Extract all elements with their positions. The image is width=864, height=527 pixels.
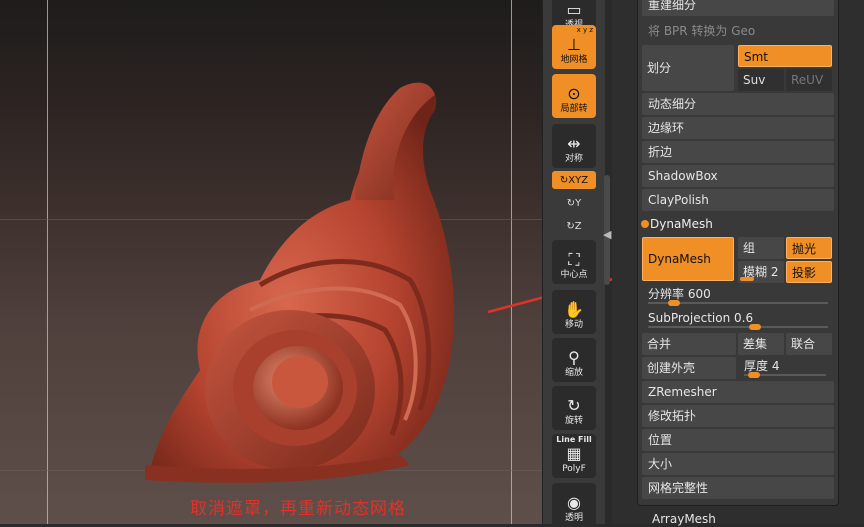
slider-knob[interactable] <box>740 277 754 281</box>
local-rotate-icon: ⊙ <box>567 84 581 103</box>
slider-knob[interactable] <box>668 300 681 306</box>
center-point-icon: ⛶ <box>568 250 580 269</box>
convert-bpr-button[interactable]: 将 BPR 转换为 Geo <box>642 20 834 42</box>
canvas-viewport[interactable]: 取消遮罩，再重新动态网格 <box>0 0 542 524</box>
divide-button[interactable]: 划分 <box>642 45 734 91</box>
dynamesh-button[interactable]: DynaMesh <box>642 237 734 281</box>
center-point-button[interactable]: ⛶ 中心点 <box>552 240 596 284</box>
modify-topology-section[interactable]: 修改拓扑 <box>642 405 834 427</box>
position-section[interactable]: 位置 <box>642 429 834 451</box>
suv-toggle[interactable]: Suv <box>738 69 784 91</box>
resolution-slider[interactable]: 分辨率 600 <box>642 285 834 307</box>
local-rotate-button[interactable]: ⊙ 局部转 <box>552 74 596 118</box>
polish-toggle[interactable]: 抛光 <box>786 237 832 259</box>
size-section[interactable]: 大小 <box>642 453 834 475</box>
crease-section[interactable]: 折边 <box>642 141 834 163</box>
symmetry-icon: ⇹ <box>567 134 581 153</box>
grid-line <box>47 0 48 524</box>
dynamesh-section-header[interactable]: DynaMesh <box>641 214 834 234</box>
move-hand-icon: ✋ <box>564 300 584 319</box>
reuv-button[interactable]: ReUV <box>786 69 832 91</box>
floor-grid-button[interactable]: x y z ⊥ 地网格 <box>552 25 596 69</box>
right-tool-shelf: ▭ 透视 x y z ⊥ 地网格 ⊙ 局部转 ⇹ 对称 ↻XYZ ↻Y ↻Z ⛶… <box>542 0 605 527</box>
sculpt-model[interactable] <box>130 70 490 490</box>
slider-knob[interactable] <box>747 372 760 378</box>
subprojection-slider[interactable]: SubProjection 0.6 <box>642 309 834 331</box>
rotate-z-toggle[interactable]: ↻Z <box>552 217 596 235</box>
smt-toggle[interactable]: Smt <box>738 45 832 67</box>
geometry-panel: 重建细分 将 BPR 转换为 Geo 划分 Smt Suv ReUV 动态细分 … <box>612 0 864 524</box>
tutorial-caption: 取消遮罩，再重新动态网格 <box>190 499 406 519</box>
rotate-xyz-toggle[interactable]: ↻XYZ <box>552 171 596 189</box>
floor-grid-icon: ⊥ <box>567 35 581 54</box>
slider-track <box>648 326 828 328</box>
grid-line <box>511 0 512 524</box>
collapse-arrow-icon[interactable]: ◀ <box>603 228 611 241</box>
rotate-button[interactable]: ↻ 旋转 <box>552 386 596 430</box>
blur-slider[interactable]: 模糊 2 <box>738 261 784 283</box>
move-button[interactable]: ✋ 移动 <box>552 290 596 334</box>
merge-button[interactable]: 合并 <box>642 333 736 355</box>
thickness-slider[interactable]: 厚度 4 <box>738 357 832 379</box>
geometry-subpalette: 重建细分 将 BPR 转换为 Geo 划分 Smt Suv ReUV 动态细分 … <box>637 0 839 506</box>
symmetry-button[interactable]: ⇹ 对称 <box>552 124 596 168</box>
polyframe-grid-icon: ▦ <box>566 443 582 463</box>
mesh-integrity-section[interactable]: 网格完整性 <box>642 477 834 499</box>
zremesher-section[interactable]: ZRemesher <box>642 381 834 403</box>
rotate-y-toggle[interactable]: ↻Y <box>552 194 596 212</box>
project-toggle[interactable]: 投影 <box>786 261 832 283</box>
scale-button[interactable]: ⚲ 缩放 <box>552 338 596 382</box>
subtract-button[interactable]: 差集 <box>738 333 784 355</box>
groups-toggle[interactable]: 组 <box>738 237 784 259</box>
section-active-dot-icon <box>641 220 649 228</box>
perspective-icon: ▭ <box>566 0 582 19</box>
transparent-button[interactable]: ◉ 透明 <box>552 483 596 527</box>
zoom-magnifier-icon: ⚲ <box>568 348 580 367</box>
rotate-icon: ↻ <box>567 396 581 415</box>
slider-knob[interactable] <box>748 324 761 330</box>
edge-loop-section[interactable]: 边缘环 <box>642 117 834 139</box>
rebuild-subdiv-button[interactable]: 重建细分 <box>642 0 834 16</box>
polyframe-button[interactable]: Line Fill ▦ PolyF <box>552 434 596 478</box>
transparency-icon: ◉ <box>567 493 581 512</box>
claypolish-section[interactable]: ClayPolish <box>642 189 834 211</box>
union-button[interactable]: 联合 <box>786 333 832 355</box>
dynamic-subdiv-section[interactable]: 动态细分 <box>642 93 834 115</box>
shadowbox-section[interactable]: ShadowBox <box>642 165 834 187</box>
create-shell-button[interactable]: 创建外壳 <box>642 357 736 379</box>
